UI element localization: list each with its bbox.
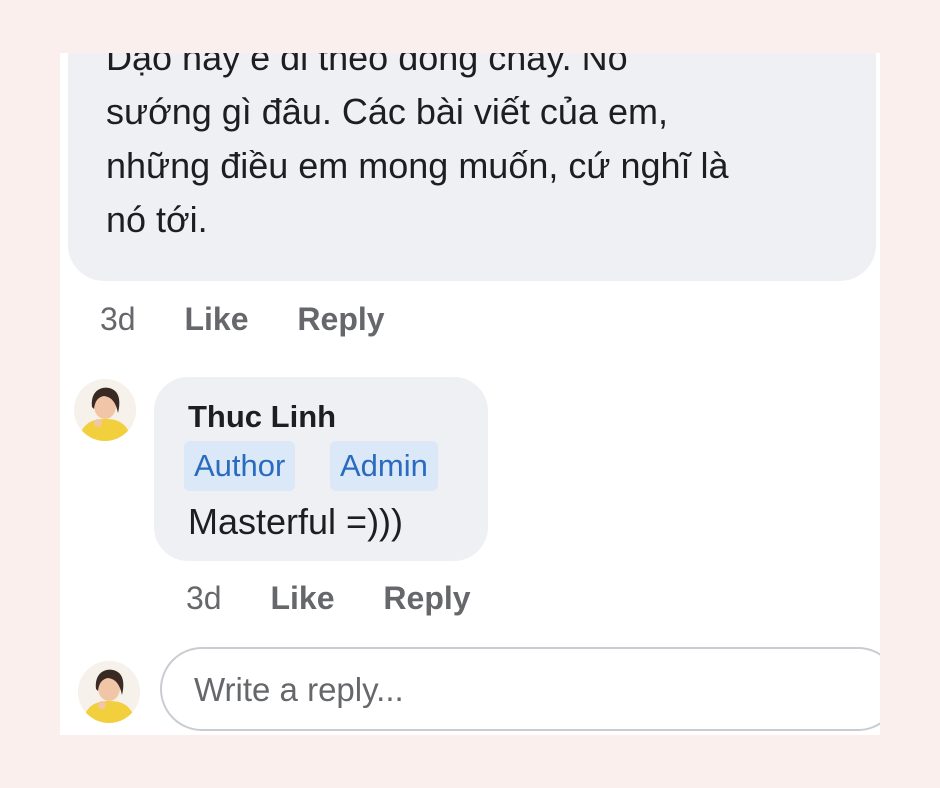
- comment-thread: Dạo này e đi theo dòng chảy. Nó sướng gì…: [60, 53, 880, 735]
- reply-input[interactable]: [192, 661, 796, 719]
- reply-timestamp: 3d: [186, 580, 222, 616]
- author-avatar[interactable]: [74, 379, 136, 441]
- reply-text: Masterful =))): [188, 501, 404, 542]
- comment-text: Dạo này e đi theo dòng chảy. Nó sướng gì…: [106, 53, 866, 247]
- admin-badge: Admin: [330, 441, 438, 491]
- comment-line: sướng gì đâu. Các bài viết của em,: [106, 91, 668, 132]
- comment-timestamp: 3d: [100, 301, 136, 337]
- comment-actions: 3d Like Reply: [100, 301, 385, 338]
- avatar-image-icon: [78, 661, 140, 723]
- reply-button[interactable]: Reply: [383, 580, 470, 616]
- comment-line: nó tới.: [106, 199, 208, 240]
- reply-button[interactable]: Reply: [297, 301, 384, 337]
- comment-line: những điều em mong muốn, cứ nghĩ là: [106, 145, 729, 186]
- author-name[interactable]: Thuc Linh: [188, 399, 336, 435]
- like-button[interactable]: Like: [270, 580, 334, 616]
- comment-bubble: Dạo này e đi theo dòng chảy. Nó sướng gì…: [68, 53, 876, 281]
- reply-actions: 3d Like Reply: [186, 580, 471, 617]
- author-badge: Author: [184, 441, 296, 491]
- reply-bubble: Thuc Linh Author Admin Masterful =))): [154, 377, 488, 561]
- user-avatar: [78, 661, 140, 723]
- avatar-image-icon: [74, 379, 136, 441]
- like-button[interactable]: Like: [184, 301, 248, 337]
- reply-composer[interactable]: [160, 647, 880, 731]
- comment-line: Dạo này e đi theo dòng chảy. Nó: [106, 53, 628, 78]
